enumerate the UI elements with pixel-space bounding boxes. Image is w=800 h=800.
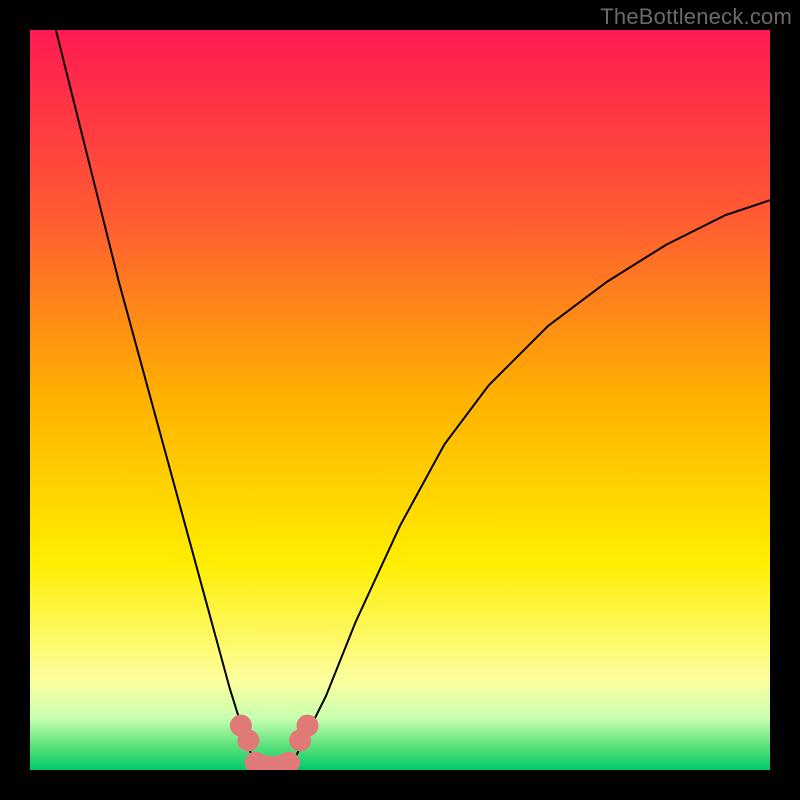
chart-frame — [30, 30, 770, 770]
marker-dot — [297, 715, 319, 737]
bottleneck-chart — [30, 30, 770, 770]
marker-dot — [237, 729, 259, 751]
gradient-background — [30, 30, 770, 770]
watermark-text: TheBottleneck.com — [600, 4, 792, 30]
